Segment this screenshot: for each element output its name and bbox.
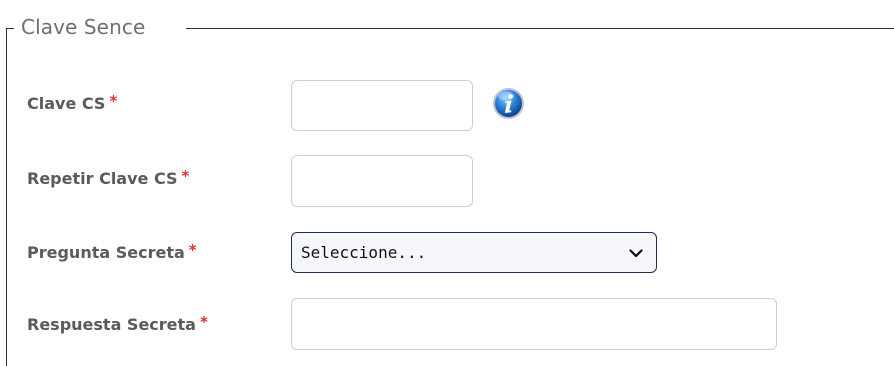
clave-cs-label: Clave CS * — [27, 91, 117, 114]
clave-sence-form: Clave Sence Clave CS * Repetir Clave CS * … — [0, 0, 894, 366]
required-marker: * — [109, 92, 118, 110]
chevron-down-icon — [629, 249, 643, 258]
fieldset-border-top-left — [6, 28, 14, 29]
repetir-clave-cs-label: Repetir Clave CS * — [27, 166, 189, 189]
repetir-clave-cs-input[interactable] — [291, 155, 473, 207]
repetir-clave-cs-label-text: Repetir Clave CS — [27, 169, 178, 188]
info-icon[interactable] — [492, 87, 525, 120]
respuesta-secreta-label: Respuesta Secreta * — [27, 312, 208, 335]
pregunta-secreta-label: Pregunta Secreta * — [27, 240, 197, 263]
required-marker: * — [199, 313, 208, 331]
respuesta-secreta-label-text: Respuesta Secreta — [27, 315, 196, 334]
required-marker: * — [188, 241, 197, 259]
clave-cs-label-text: Clave CS — [27, 94, 106, 113]
fieldset-border-left — [6, 28, 7, 366]
pregunta-secreta-label-text: Pregunta Secreta — [27, 243, 185, 262]
fieldset-border-top-right — [186, 28, 894, 29]
respuesta-secreta-input[interactable] — [291, 298, 777, 350]
pregunta-secreta-selected-value: Seleccione... — [301, 243, 427, 262]
required-marker: * — [181, 167, 190, 185]
clave-cs-input[interactable] — [291, 80, 473, 131]
fieldset-legend: Clave Sence — [21, 15, 146, 39]
pregunta-secreta-select[interactable]: Seleccione... — [291, 232, 657, 273]
